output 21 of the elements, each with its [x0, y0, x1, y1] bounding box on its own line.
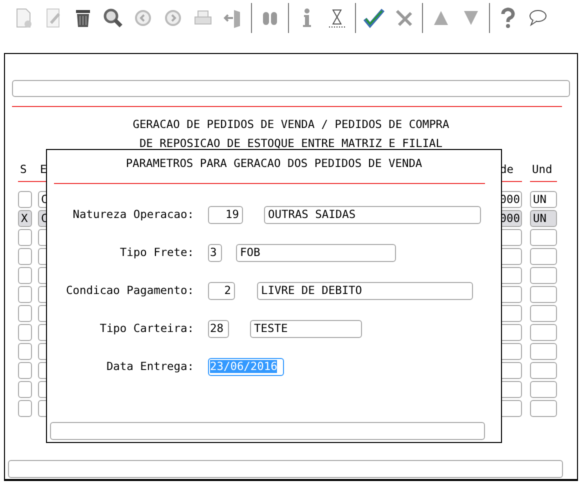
dialog-title: PARAMETROS PARA GERACAO DOS PEDIDOS DE VENDA — [124, 156, 424, 172]
field-label: Tipo Carteira: — [98, 320, 194, 337]
input-field[interactable]: LIVRE DE DEBITO — [257, 282, 473, 300]
input-field[interactable]: 28 — [208, 320, 229, 338]
input-field[interactable]: OUTRAS SAIDAS — [264, 206, 481, 224]
checkbox[interactable]: X — [18, 210, 32, 227]
column-header: Und — [531, 163, 552, 177]
field-label: Tipo Frete: — [118, 244, 194, 261]
input-field[interactable]: 19 — [208, 206, 243, 224]
heading-text: DE REPOSICAO DE ESTOQUE ENTRE MATRIZ E FILIAL — [138, 136, 444, 152]
table-cell: UN — [530, 191, 557, 208]
heading-text: GERACAO DE PEDIDOS DE VENDA / PEDIDOS DE COMPRA — [132, 117, 450, 133]
column-header: S — [19, 163, 27, 177]
input-field[interactable]: 3 — [208, 244, 222, 262]
table-cell: UN — [530, 210, 557, 227]
field-label: Data Entrega: — [105, 358, 194, 375]
column-header: E — [39, 163, 47, 177]
input-field[interactable]: TESTE — [250, 320, 362, 338]
input-field[interactable]: FOB — [236, 244, 396, 262]
field-label: Condicao Pagamento: — [65, 282, 194, 299]
input-field[interactable]: 2 — [208, 282, 235, 300]
